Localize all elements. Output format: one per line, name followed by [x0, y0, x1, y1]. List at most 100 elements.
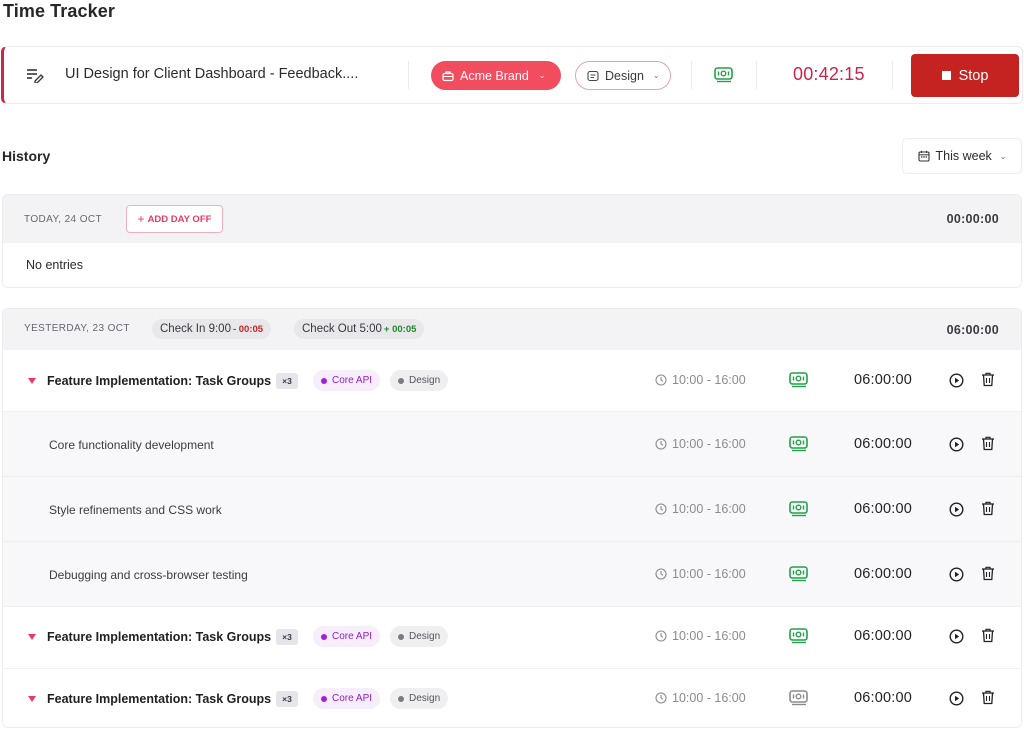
day-header: YESTERDAY, 23 OCT Check In 9:00 - 00:05 … — [3, 309, 1021, 350]
duration[interactable]: 06:00:00 — [854, 436, 912, 452]
empty-state: No entries — [26, 258, 83, 272]
check-out-delta: + 00:05 — [383, 323, 417, 335]
design-tag: Design — [390, 370, 449, 391]
project-select[interactable]: Acme Brand ⌄ — [431, 61, 561, 90]
time-range-label: 10:00 - 16:00 — [672, 437, 746, 451]
clock-icon — [655, 692, 667, 704]
trash-icon[interactable] — [981, 690, 995, 705]
trash-icon[interactable] — [981, 628, 995, 643]
check-in-label: Check In 9:00 — [160, 323, 231, 335]
time-range[interactable]: 10:00 - 16:00 — [655, 502, 746, 516]
money-icon[interactable] — [789, 627, 809, 645]
time-range-label: 10:00 - 16:00 — [672, 691, 746, 705]
dot — [398, 695, 404, 702]
project-label: Acme Brand — [460, 68, 529, 83]
trash-icon[interactable] — [981, 566, 995, 581]
chevron-down-icon: ⌄ — [999, 151, 1007, 161]
time-range[interactable]: 10:00 - 16:00 — [655, 373, 746, 387]
group-name: Feature Implementation: Task Groups — [47, 374, 272, 388]
history-title: History — [2, 148, 51, 164]
timer-elapsed: 00:42:15 — [793, 64, 865, 84]
entry-group-row[interactable]: Feature Implementation: Task Groups ×3 C… — [3, 350, 1021, 412]
divider — [691, 61, 692, 89]
time-range[interactable]: 10:00 - 16:00 — [655, 437, 746, 451]
play-circle-icon[interactable] — [949, 437, 964, 452]
calendar-icon — [917, 150, 930, 162]
time-range-label: 10:00 - 16:00 — [672, 502, 746, 516]
project-tag: Core API — [313, 688, 381, 709]
project-tag-label: Core API — [332, 693, 373, 704]
project-tag: Core API — [313, 370, 381, 391]
duration[interactable]: 06:00:00 — [854, 628, 912, 644]
duration[interactable]: 06:00:00 — [854, 501, 912, 517]
check-in-badge: Check In 9:00 - 00:05 — [152, 319, 272, 339]
clock-icon — [655, 568, 667, 580]
entry-count-badge: ×3 — [276, 691, 298, 707]
duration[interactable]: 06:00:00 — [854, 372, 912, 388]
clock-icon — [655, 503, 667, 515]
dot — [398, 377, 404, 384]
caret-down-icon[interactable] — [28, 634, 36, 640]
time-range[interactable]: 10:00 - 16:00 — [655, 567, 746, 581]
add-day-off-label: ADD DAY OFF — [147, 213, 212, 225]
entry-count-badge: ×3 — [276, 629, 298, 645]
group-name: Feature Implementation: Task Groups — [47, 630, 272, 644]
timer-description[interactable]: UI Design for Client Dashboard - Feedbac… — [65, 66, 358, 82]
date-range-select[interactable]: This week ⌄ — [902, 138, 1022, 174]
stop-button[interactable]: Stop — [911, 54, 1019, 97]
design-tag-label: Design — [409, 631, 441, 642]
entry-group-row[interactable]: Feature Implementation: Task Groups ×3 C… — [3, 607, 1021, 669]
trash-icon[interactable] — [981, 501, 995, 516]
time-range[interactable]: 10:00 - 16:00 — [655, 629, 746, 643]
dot — [398, 633, 404, 640]
dot — [321, 377, 327, 384]
money-icon[interactable] — [789, 689, 809, 707]
entry-row[interactable]: Core functionality development 10:00 - 1… — [3, 412, 1021, 477]
play-circle-icon[interactable] — [949, 502, 964, 517]
play-circle-icon[interactable] — [949, 373, 964, 388]
date-range-label: This week — [935, 149, 992, 163]
caret-down-icon[interactable] — [28, 696, 36, 702]
design-tag-label: Design — [409, 375, 441, 386]
play-circle-icon[interactable] — [949, 629, 964, 644]
caret-down-icon[interactable] — [28, 378, 36, 384]
add-day-off-button[interactable]: + ADD DAY OFF — [126, 205, 223, 233]
time-range-label: 10:00 - 16:00 — [672, 373, 746, 387]
check-out-badge: Check Out 5:00 + 00:05 — [294, 319, 425, 339]
trash-icon[interactable] — [981, 372, 995, 387]
chevron-down-icon: ⌄ — [652, 71, 660, 80]
money-icon[interactable] — [789, 500, 809, 518]
notes-edit-icon — [27, 69, 44, 83]
money-icon[interactable] — [789, 435, 809, 453]
entry-row[interactable]: Style refinements and CSS work 10:00 - 1… — [3, 477, 1021, 542]
design-tag: Design — [390, 626, 449, 647]
running-timer-bar: UI Design for Client Dashboard - Feedbac… — [1, 46, 1023, 104]
time-range-label: 10:00 - 16:00 — [672, 567, 746, 581]
clock-icon — [655, 630, 667, 642]
time-range[interactable]: 10:00 - 16:00 — [655, 691, 746, 705]
duration[interactable]: 06:00:00 — [854, 690, 912, 706]
briefcase-icon — [442, 70, 454, 81]
entry-count-badge: ×3 — [276, 373, 298, 389]
money-icon[interactable] — [714, 66, 734, 84]
entry-group-row[interactable]: Feature Implementation: Task Groups ×3 C… — [3, 669, 1021, 727]
tag-select[interactable]: Design ⌄ — [575, 61, 671, 90]
day-total: 06:00:00 — [946, 323, 999, 337]
money-icon[interactable] — [789, 565, 809, 583]
time-range-label: 10:00 - 16:00 — [672, 629, 746, 643]
day-card-today: TODAY, 24 OCT + ADD DAY OFF 00:00:00 No … — [2, 194, 1022, 288]
page-title: Time Tracker — [3, 1, 115, 21]
project-tag-label: Core API — [332, 631, 373, 642]
project-tag: Core API — [313, 626, 381, 647]
play-circle-icon[interactable] — [949, 567, 964, 582]
play-circle-icon[interactable] — [949, 691, 964, 706]
trash-icon[interactable] — [981, 436, 995, 451]
day-label: YESTERDAY, 23 OCT — [24, 323, 130, 334]
entry-name[interactable]: Debugging and cross-browser testing — [49, 568, 248, 582]
duration[interactable]: 06:00:00 — [854, 566, 912, 582]
money-icon[interactable] — [789, 371, 809, 389]
day-label: TODAY, 24 OCT — [24, 214, 103, 225]
entry-name[interactable]: Core functionality development — [49, 438, 214, 452]
entry-row[interactable]: Debugging and cross-browser testing 10:0… — [3, 542, 1021, 607]
entry-name[interactable]: Style refinements and CSS work — [49, 503, 222, 517]
